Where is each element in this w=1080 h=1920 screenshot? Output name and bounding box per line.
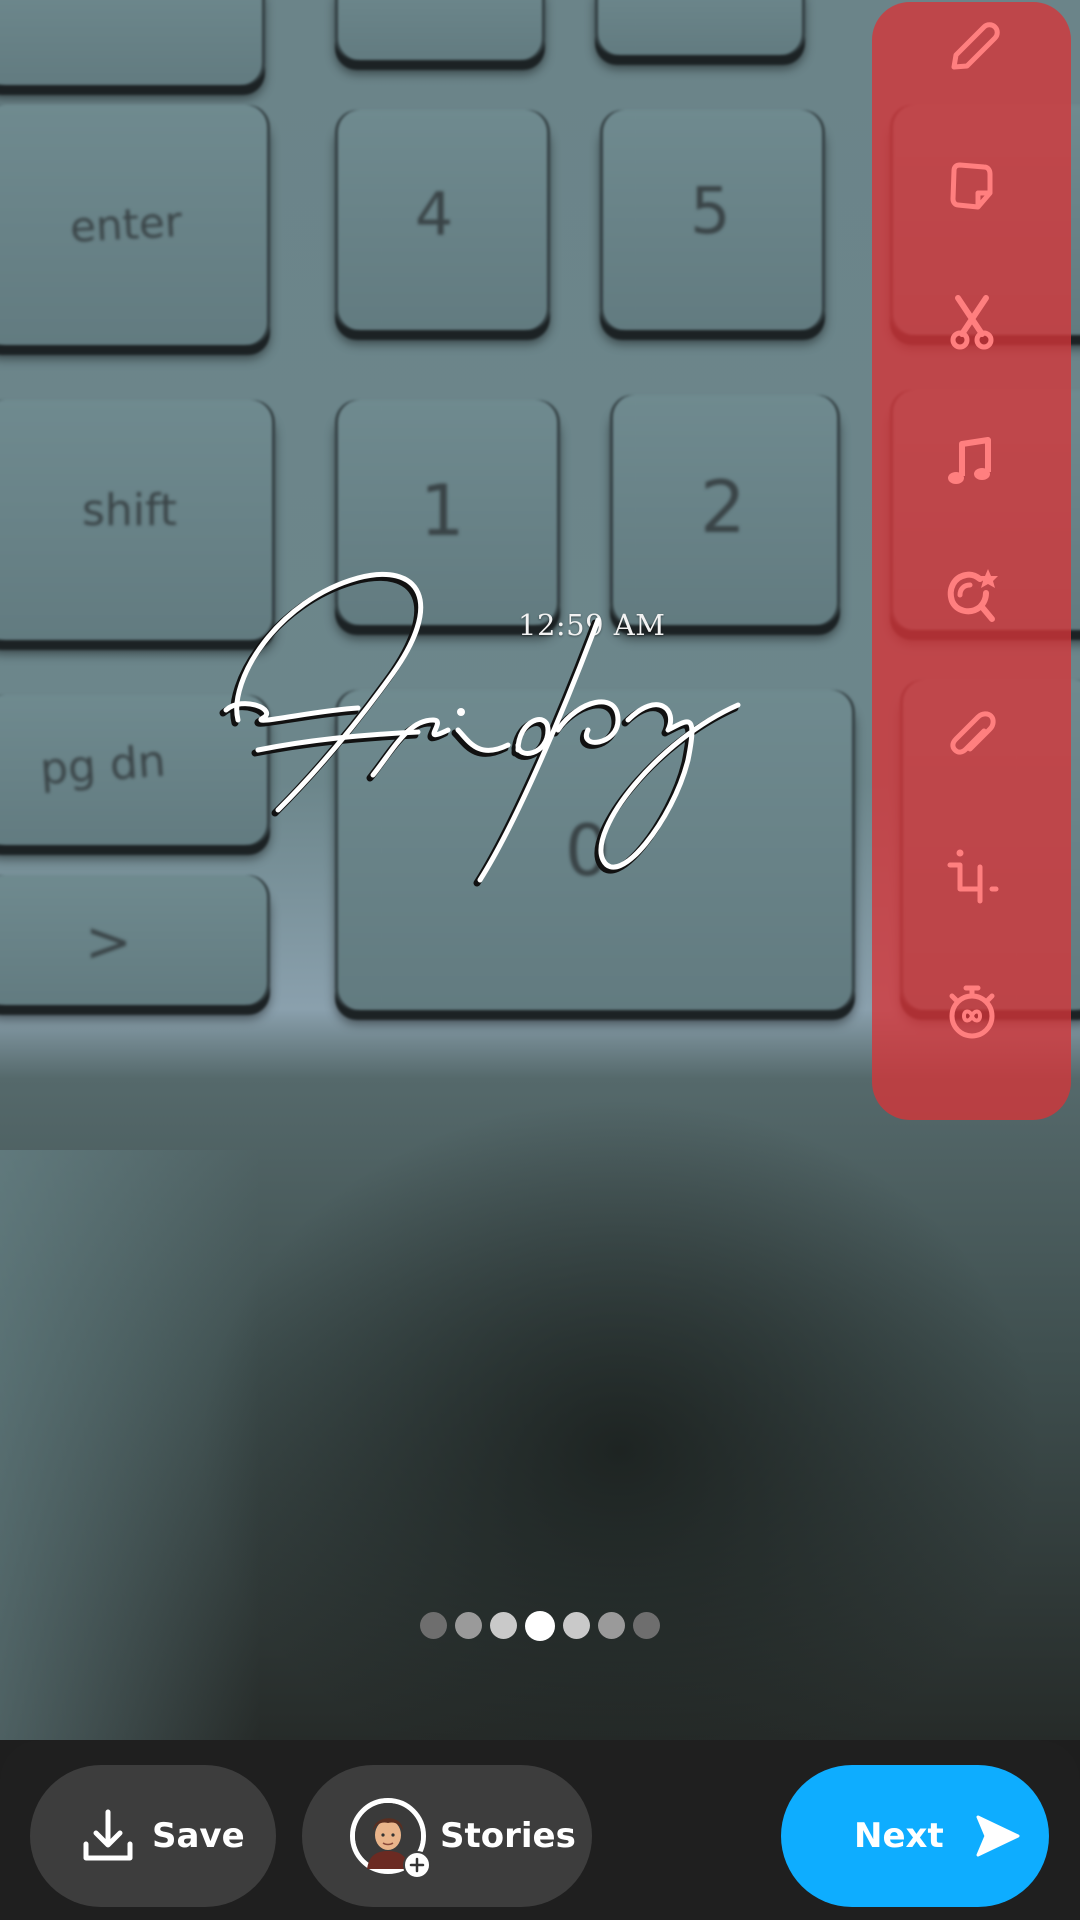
scissors-tool-button[interactable] xyxy=(872,277,1071,367)
sticker-tool-button[interactable] xyxy=(872,142,1071,232)
key-label-enter: enter xyxy=(68,197,184,252)
page-dot[interactable] xyxy=(633,1612,660,1639)
pencil-icon xyxy=(951,22,1000,70)
page-dot[interactable] xyxy=(598,1612,625,1639)
link-tool-button[interactable] xyxy=(872,692,1071,782)
music-tool-button[interactable] xyxy=(872,417,1071,507)
lens-search-star-icon xyxy=(947,569,998,622)
page-dot[interactable] xyxy=(420,1612,447,1639)
page-indicator xyxy=(0,1611,1080,1641)
next-label: Next xyxy=(854,1816,944,1856)
save-button[interactable]: Save xyxy=(30,1765,276,1907)
day-signature-text: Friday xyxy=(218,560,221,561)
scissors-icon xyxy=(950,295,993,350)
save-label: Save xyxy=(152,1816,245,1856)
lens-tool-button[interactable] xyxy=(872,552,1071,642)
next-button[interactable]: Next xyxy=(781,1765,1049,1907)
page-dot[interactable] xyxy=(563,1612,590,1639)
page-dot[interactable] xyxy=(490,1612,517,1639)
bitmoji-avatar xyxy=(350,1798,431,1879)
key-label-2: 2 xyxy=(700,465,746,549)
timer-loop-icon xyxy=(949,985,994,1039)
photo-shading xyxy=(0,1150,260,1740)
signature-stroke xyxy=(219,571,741,887)
key-label-shift: shift xyxy=(82,485,178,536)
key-top-left xyxy=(0,0,265,85)
key-top-right xyxy=(595,0,805,55)
crop-tool-button[interactable] xyxy=(872,832,1071,922)
download-icon xyxy=(83,1809,133,1861)
music-note-icon xyxy=(947,437,991,484)
sticker-icon xyxy=(950,162,992,210)
editing-toolbar xyxy=(872,2,1071,1120)
paperclip-icon xyxy=(949,711,996,755)
page-dot[interactable] xyxy=(455,1612,482,1639)
page-dot-active[interactable] xyxy=(525,1611,555,1641)
key-label-1: 1 xyxy=(420,470,465,552)
key-label-arrow: > xyxy=(85,910,132,975)
key-top-mid xyxy=(335,0,545,60)
key-label-4: 4 xyxy=(415,180,454,250)
key-label-5: 5 xyxy=(690,175,731,249)
key-label-pgdn: pg dn xyxy=(38,735,168,796)
stories-button[interactable]: Stories xyxy=(302,1765,592,1907)
day-signature-sticker[interactable]: Friday xyxy=(218,560,918,900)
stories-label: Stories xyxy=(440,1816,576,1856)
timer-tool-button[interactable] xyxy=(872,967,1071,1057)
add-plus-icon xyxy=(403,1851,431,1879)
send-arrow-icon xyxy=(976,1815,1020,1857)
draw-tool-button[interactable] xyxy=(872,2,1071,92)
crop-icon xyxy=(947,849,998,904)
